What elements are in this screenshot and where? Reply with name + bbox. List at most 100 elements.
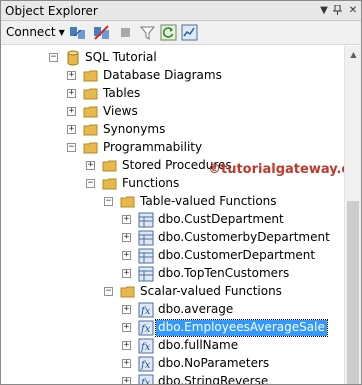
expand-toggle[interactable]: + [122, 233, 131, 242]
tree-node-label: dbo.average [158, 302, 234, 316]
folder-icon [102, 178, 117, 190]
table-function-icon [138, 212, 154, 228]
tree-node-database[interactable]: − SQL Tutorial [1, 49, 344, 67]
tree-node-table-valued-functions[interactable]: − Table-valued Functions [1, 193, 344, 211]
expand-toggle[interactable]: + [67, 89, 76, 98]
expand-toggle[interactable]: + [122, 341, 131, 350]
tree-node-functions[interactable]: − Functions [1, 175, 344, 193]
tree-node-label: dbo.CustomerbyDepartment [158, 230, 330, 244]
expand-toggle[interactable]: + [122, 305, 131, 314]
tree-node-function[interactable]: + fx dbo.average [1, 301, 344, 319]
tree-node-label: Synonyms [103, 122, 166, 136]
svg-text:fx: fx [140, 342, 151, 353]
folder-icon [120, 286, 135, 298]
folder-icon [83, 70, 98, 82]
filter-icon[interactable] [139, 24, 156, 41]
expand-toggle[interactable]: + [67, 125, 76, 134]
scalar-function-icon: fx [138, 320, 154, 336]
tree-node-label: Functions [122, 176, 180, 190]
collapse-toggle[interactable]: − [67, 143, 76, 152]
connect-label: Connect [6, 25, 56, 39]
expand-toggle[interactable]: + [122, 323, 131, 332]
folder-icon [120, 196, 135, 208]
tree-node-label: dbo.CustomerDepartment [158, 248, 316, 262]
folder-icon [83, 88, 98, 100]
table-function-icon [138, 230, 154, 246]
tree-node-label: Table-valued Functions [140, 194, 277, 208]
connect-object-explorer-icon[interactable] [69, 24, 86, 41]
collapse-toggle[interactable]: − [49, 53, 58, 62]
tree-node-label: dbo.CustDepartment [158, 212, 284, 226]
expand-toggle[interactable]: + [122, 359, 131, 368]
tree-node-label: Scalar-valued Functions [140, 284, 282, 298]
folder-icon [83, 124, 98, 136]
scalar-function-icon: fx [138, 302, 154, 318]
scrollbar-thumb[interactable] [347, 201, 359, 384]
scalar-function-icon: fx [138, 356, 154, 372]
tree-node-label: dbo.TopTenCustomers [158, 266, 290, 280]
folder-icon [83, 142, 98, 154]
tree-node-function[interactable]: + fx dbo.fullName [1, 337, 344, 355]
stop-icon[interactable] [117, 24, 134, 41]
expand-toggle[interactable]: + [122, 251, 131, 260]
tree-node-label: Views [103, 104, 138, 118]
collapse-toggle[interactable]: − [86, 179, 95, 188]
tree-node-label: Tables [103, 86, 141, 100]
tree-node-label: SQL Tutorial [85, 50, 157, 64]
expand-toggle[interactable]: + [86, 161, 95, 170]
svg-text:fx: fx [140, 360, 151, 371]
scalar-function-icon: fx [138, 374, 154, 385]
table-function-icon [138, 266, 154, 282]
object-explorer-tree: − SQL Tutorial + Database Diagrams + Tab… [1, 46, 344, 385]
tree-node-label: dbo.EmployeesAverageSale [155, 319, 328, 337]
toolbar: Connect ▼ [1, 21, 361, 45]
expand-toggle[interactable]: + [67, 71, 76, 80]
tree-node-function[interactable]: + dbo.CustomerDepartment [1, 247, 344, 265]
tree-node-function-selected[interactable]: + fx dbo.EmployeesAverageSale [1, 319, 344, 337]
watermark: ©tutorialgateway.org [208, 162, 344, 177]
window-title: Object Explorer [5, 4, 98, 18]
tree-node-tables[interactable]: + Tables [1, 85, 344, 103]
scroll-up-icon[interactable]: ▲ [345, 46, 361, 63]
tree-node-database-diagrams[interactable]: + Database Diagrams [1, 67, 344, 85]
expand-toggle[interactable]: + [122, 269, 131, 278]
tree-node-programmability[interactable]: − Programmability [1, 139, 344, 157]
expand-toggle[interactable]: + [67, 107, 76, 116]
object-explorer-window: Object Explorer ▼ ✕ Connect ▼ − SQL Tuto… [0, 0, 362, 385]
tree-node-views[interactable]: + Views [1, 103, 344, 121]
tree-node-function[interactable]: + dbo.CustDepartment [1, 211, 344, 229]
tree-node-label: Database Diagrams [103, 68, 222, 82]
tree-node-label: dbo.StringReverse [158, 374, 269, 385]
svg-text:fx: fx [140, 306, 151, 317]
disconnect-icon[interactable] [93, 24, 110, 41]
folder-icon [83, 106, 98, 118]
svg-text:fx: fx [140, 324, 151, 335]
vertical-scrollbar[interactable]: ▲ [344, 46, 361, 384]
svg-text:fx: fx [140, 378, 151, 385]
database-cylinder-icon [67, 50, 79, 66]
expand-toggle[interactable]: + [122, 377, 131, 384]
tree-node-function[interactable]: + dbo.TopTenCustomers [1, 265, 344, 283]
tree-node-label: Programmability [103, 140, 203, 154]
expand-toggle[interactable]: + [122, 215, 131, 224]
connect-button[interactable]: Connect ▼ [6, 25, 65, 39]
scalar-function-icon: fx [138, 338, 154, 354]
refresh-icon[interactable] [160, 24, 177, 41]
tree-node-function[interactable]: + fx dbo.StringReverse [1, 373, 344, 385]
title-bar: Object Explorer ▼ ✕ [1, 1, 361, 21]
tree-node-label: dbo.NoParameters [158, 356, 270, 370]
pin-icon[interactable] [331, 3, 345, 17]
dropdown-arrow-icon[interactable]: ▼ [317, 3, 331, 17]
table-function-icon [138, 248, 154, 264]
folder-icon [102, 160, 117, 172]
chevron-down-icon: ▼ [58, 28, 65, 37]
activity-monitor-icon[interactable] [181, 24, 198, 41]
collapse-toggle[interactable]: − [104, 287, 113, 296]
tree-node-function[interactable]: + dbo.CustomerbyDepartment [1, 229, 344, 247]
tree-node-function[interactable]: + fx dbo.NoParameters [1, 355, 344, 373]
tree-node-synonyms[interactable]: + Synonyms [1, 121, 344, 139]
tree-node-label: dbo.fullName [158, 338, 239, 352]
collapse-toggle[interactable]: − [104, 197, 113, 206]
tree-node-scalar-valued-functions[interactable]: − Scalar-valued Functions [1, 283, 344, 301]
close-icon[interactable]: ✕ [346, 3, 360, 17]
